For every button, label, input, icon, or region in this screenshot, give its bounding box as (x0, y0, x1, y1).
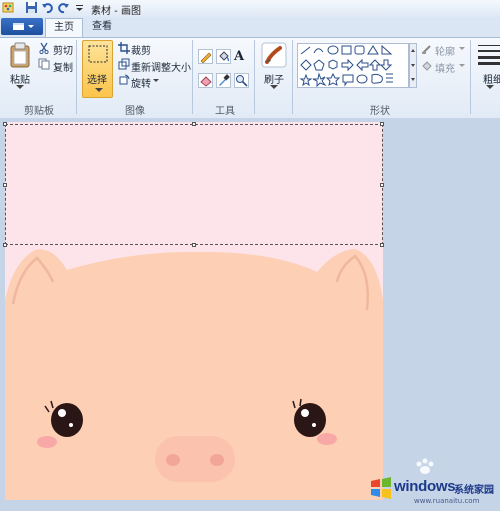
rotate-label: 旋转 (131, 79, 151, 90)
group-divider (192, 40, 193, 114)
title-bar: 素材 - 画图 (0, 0, 500, 18)
scroll-arrows-icon (411, 49, 415, 81)
text-tool-icon: A (234, 49, 245, 64)
watermark-site: 系统家园 (454, 485, 494, 496)
fill-label: 填充 (435, 64, 455, 75)
crop-icon (118, 42, 130, 54)
tab-view[interactable]: 查看 (84, 18, 120, 37)
selection-handle[interactable] (380, 122, 384, 126)
pencil-tool[interactable] (198, 49, 213, 64)
right-eye (294, 403, 326, 437)
customize-toolbar-icon[interactable] (73, 1, 86, 14)
image-group-label: 图像 (125, 106, 145, 117)
shapes-group-label: 形状 (370, 106, 390, 117)
brush-icon (261, 42, 287, 68)
chevron-down-icon (95, 88, 103, 92)
paint-app-icon (2, 2, 14, 13)
chevron-down-icon (459, 64, 465, 67)
left-eye (51, 403, 83, 437)
clipboard-icon (10, 42, 30, 68)
eyedropper-icon (219, 74, 230, 86)
pig-illustration (5, 249, 383, 500)
group-divider (254, 40, 255, 114)
chevron-down-icon (16, 85, 24, 89)
selection-handle[interactable] (3, 122, 7, 126)
chevron-down-icon (270, 85, 278, 89)
selection-handle[interactable] (192, 122, 196, 126)
tab-home[interactable]: 主页 (45, 18, 83, 38)
tools-group-label: 工具 (215, 106, 235, 117)
outline-label: 轮廓 (435, 47, 455, 58)
group-divider (470, 40, 471, 114)
fill-bucket-icon (422, 61, 432, 71)
fill-tool[interactable] (216, 49, 231, 64)
undo-icon[interactable] (41, 1, 54, 14)
selection-handle[interactable] (380, 243, 384, 247)
color-picker-tool[interactable] (216, 73, 231, 88)
window-title: 素材 - 画图 (91, 6, 141, 17)
watermark-brand: windows (394, 478, 456, 495)
rotate-icon (119, 74, 130, 85)
selection-handle[interactable] (192, 243, 196, 247)
chevron-down-icon (486, 85, 494, 89)
selection-rectangle[interactable] (5, 124, 383, 245)
eraser-icon (200, 76, 212, 87)
copy-icon (38, 58, 50, 70)
paw-print-icon (416, 458, 434, 474)
shapes-gallery-scrollbar[interactable] (409, 43, 417, 88)
selection-handle[interactable] (3, 183, 7, 187)
paint-bucket-icon (219, 51, 230, 62)
copy-label: 复制 (53, 63, 73, 74)
watermark-url: www.ruanaitu.com (414, 497, 480, 505)
scissors-icon (39, 42, 49, 54)
cut-label: 剪切 (53, 46, 73, 57)
selection-handle[interactable] (380, 183, 384, 187)
chevron-down-icon (153, 79, 159, 82)
group-divider (76, 40, 77, 114)
chevron-down-icon (459, 47, 465, 50)
rectangle-select-icon (88, 45, 108, 63)
resize-icon (118, 58, 130, 70)
pencil-icon (200, 52, 212, 64)
watermark: windows 系统家园 www.ruanaitu.com (366, 458, 500, 511)
windows-logo-icon (371, 477, 391, 499)
outline-brush-icon (422, 45, 431, 54)
magnifier-tool[interactable] (234, 73, 249, 88)
shapes-gallery[interactable] (297, 43, 409, 88)
save-icon[interactable] (25, 1, 38, 14)
crop-label: 裁剪 (131, 46, 151, 57)
resize-label: 重新调整大小 (131, 63, 191, 74)
shapes-gallery-icons (299, 44, 393, 88)
file-menu-icon (13, 23, 34, 30)
clipboard-group-label: 剪贴板 (24, 106, 54, 117)
text-tool[interactable]: A (234, 49, 249, 64)
selection-handle[interactable] (3, 243, 7, 247)
select-label: 选择 (87, 75, 107, 86)
group-divider (292, 40, 293, 114)
file-menu-button[interactable] (1, 18, 43, 35)
magnifier-icon (236, 75, 248, 87)
redo-icon[interactable] (57, 1, 70, 14)
select-button[interactable]: 选择 (82, 40, 113, 98)
line-thickness-icon (478, 45, 500, 65)
eraser-tool[interactable] (198, 73, 213, 88)
